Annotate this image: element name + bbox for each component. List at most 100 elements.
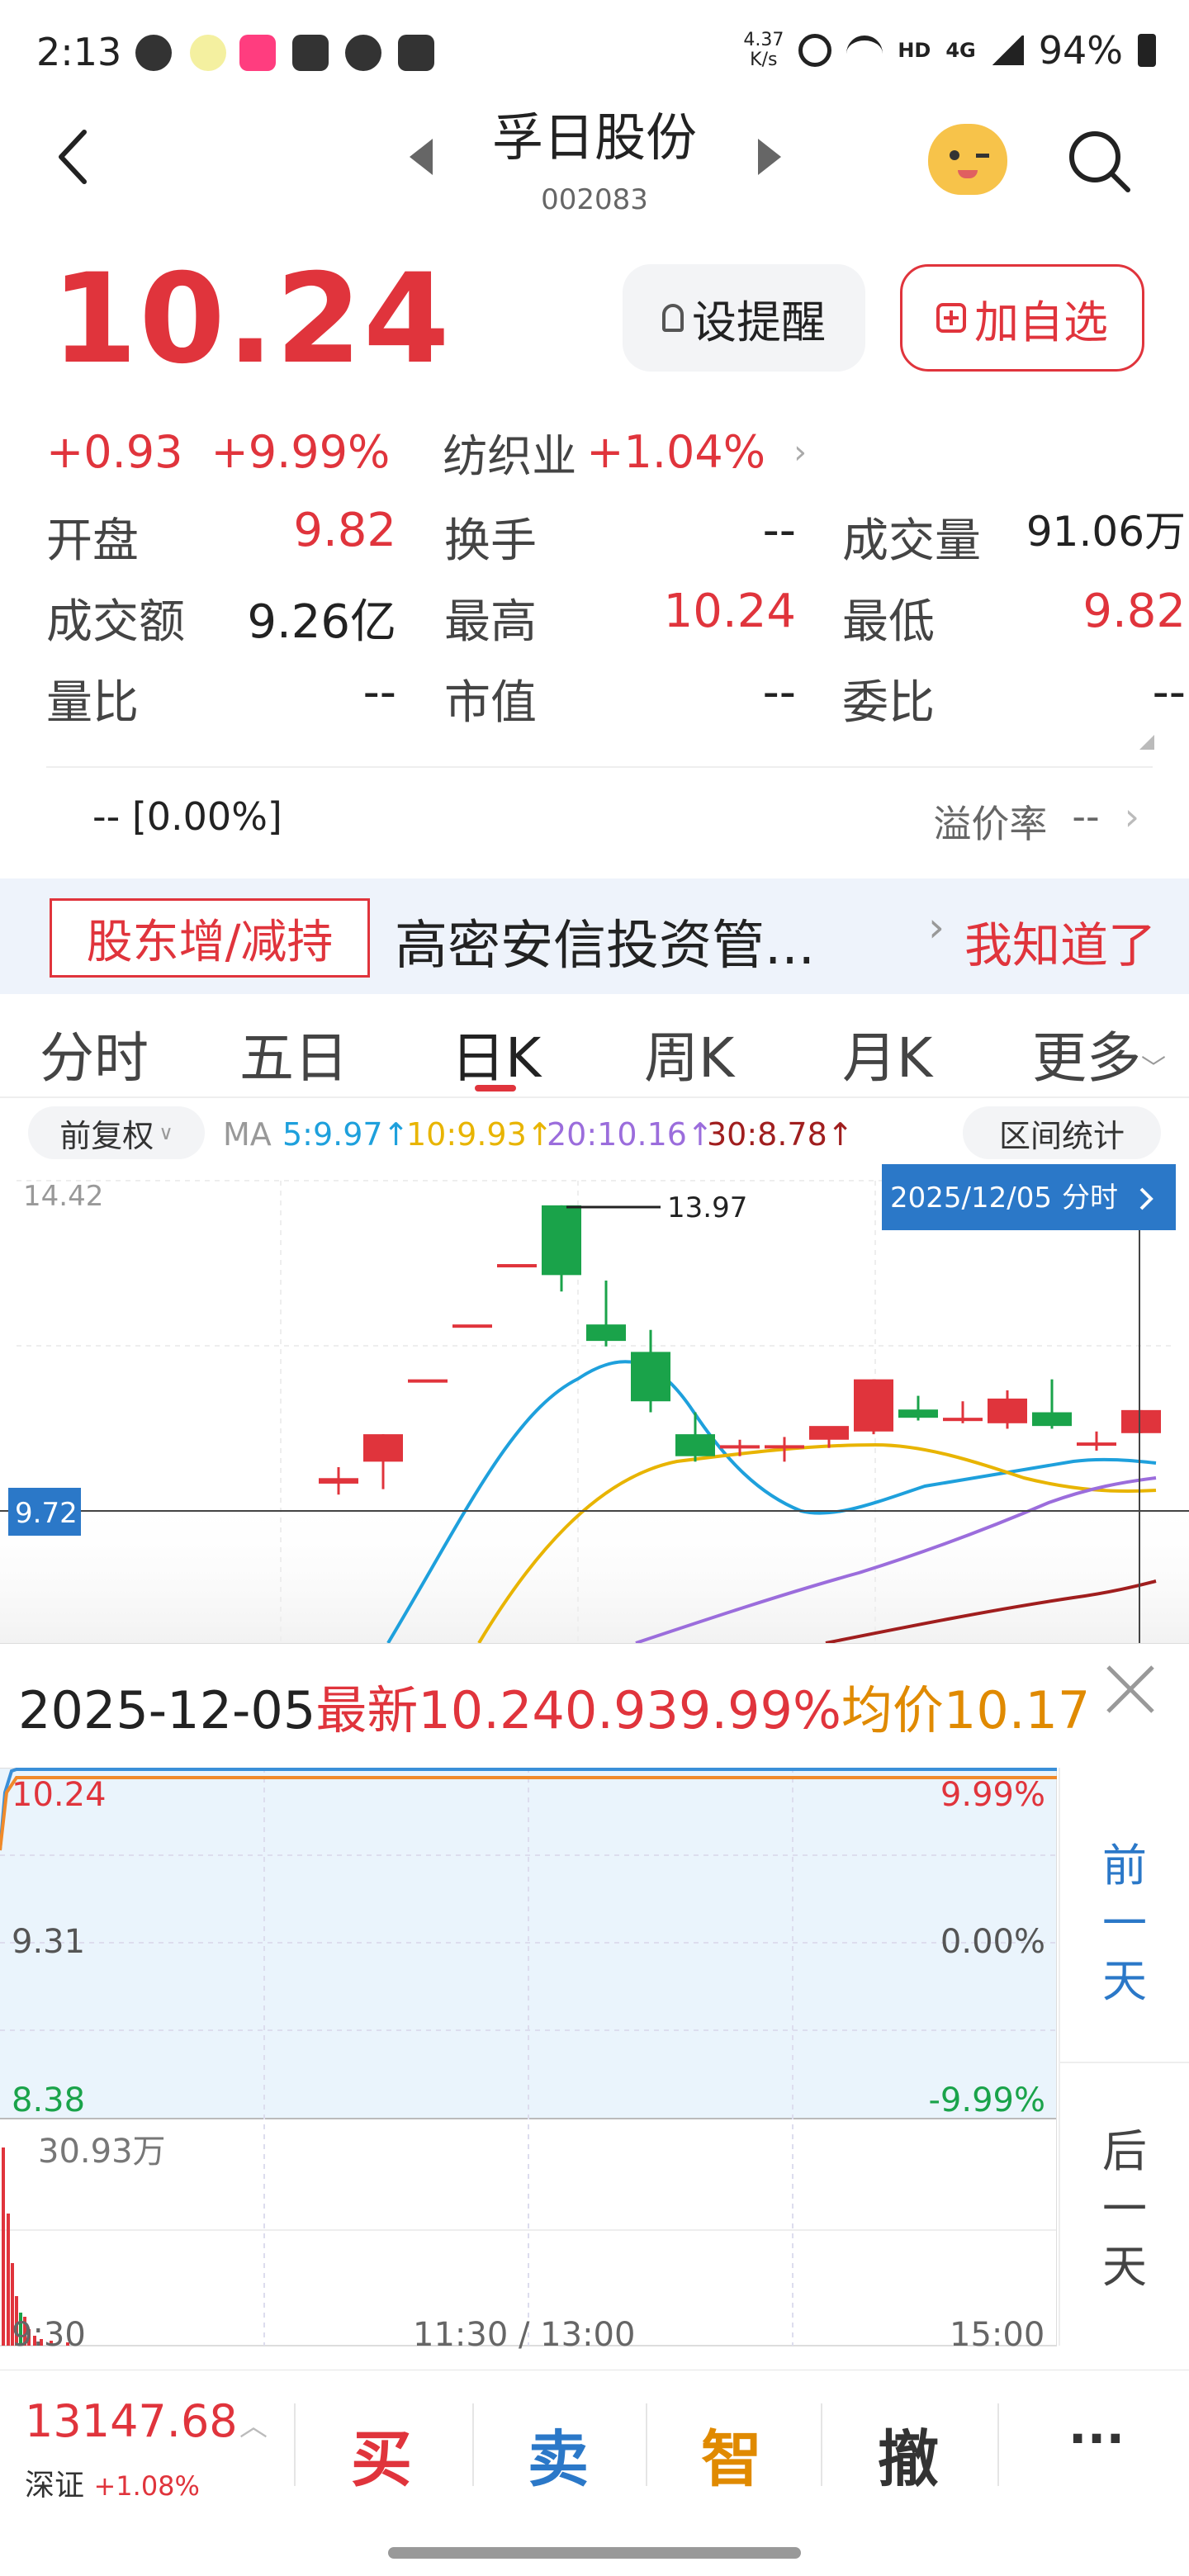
stat-amount: 成交额 [46,585,185,651]
candle-body [631,1352,670,1402]
app-notification-icon [190,35,226,71]
candle-body [408,1379,448,1383]
industry-name[interactable]: 纺织业 [443,419,576,485]
intraday-header: 2025-12-05最新10.240.939.99%均价10.17 [18,1669,1090,1743]
industry-pct[interactable]: +1.04% [586,426,765,478]
next-stock-icon[interactable] [758,139,781,175]
signal-icon [990,36,1024,65]
smart-button[interactable]: 智 [682,2410,781,2498]
notice-text: 高密安信投资管... [395,916,816,977]
net-speed-unit: K/s [750,50,778,70]
search-icon[interactable] [1065,127,1133,195]
chevron-up-icon[interactable]: ︿ [239,2403,268,2444]
stat-volume: 成交量 [842,504,981,571]
set-alert-button[interactable]: 设提醒 [623,264,865,372]
tab-intraday[interactable]: 分时 [40,1014,149,1093]
acknowledge-button[interactable]: 我知道了 [964,907,1156,976]
chevron-right-icon: › [1124,794,1139,839]
close-icon[interactable] [1101,1660,1159,1718]
divider [997,2403,999,2486]
date-tag-link[interactable]: 分时 [1062,1181,1118,1215]
current-price: 10.24 [51,248,452,391]
stat-high-value: 10.24 [663,585,796,638]
next-day-char: 天 [1102,2241,1147,2293]
volume-max-label: 30.93万 [38,2133,166,2171]
hd-label: HD [898,39,931,62]
checkbox-icon [398,35,434,71]
chevron-down-icon: ∨ [159,1121,173,1144]
premium-row[interactable]: 溢价率 -- › [933,794,1139,849]
next-day-button[interactable]: 后 一 天 [1060,2123,1189,2296]
next-day-char: 一 [1102,2183,1147,2235]
sell-button[interactable]: 卖 [509,2410,608,2498]
next-day-char: 后 [1102,2125,1147,2177]
intraday-panel: 2025-12-05最新10.240.939.99%均价10.17 10.24 … [0,1643,1189,2370]
bell-icon [662,304,684,332]
more-button[interactable]: ··· [1047,2410,1146,2468]
kchart-ymax-label: 14.42 [23,1180,103,1213]
stock-name: 孚日股份 [491,107,697,168]
divider [472,2403,474,2486]
intraday-chart[interactable]: 10.24 9.31 8.38 9.99% 0.00% -9.99% 30.93… [0,1768,1057,2354]
candles [319,1205,1161,1495]
ma20-value: 20:10.16↑ [547,1116,713,1153]
gallery-icon [292,35,329,71]
candle-body [854,1379,893,1432]
prev-day-char: 一 [1102,1897,1147,1949]
candle-body [720,1445,760,1449]
divider [0,1096,1189,1098]
mascot-icon[interactable] [928,124,1007,195]
divider [294,2403,296,2486]
stat-bid-ratio-value: -- [1152,665,1186,719]
candle-body [497,1264,537,1268]
tab-daily-k[interactable]: 日K [451,1014,541,1093]
candle-body [765,1445,804,1449]
tab-weekly-k[interactable]: 周K [644,1014,734,1093]
stat-label: 量比 [46,676,139,730]
tab-monthly-k[interactable]: 月K [842,1014,932,1093]
candle-body [1121,1409,1161,1433]
intraday-change-pct: 9.99% [678,1680,841,1740]
ma30-value: 30:8.78↑ [707,1116,854,1153]
ma-legend-row: 前复权 ∨ MA 5:9.97↑ 10:9.93↑ 20:10.16↑ 30:8… [0,1106,1189,1172]
tab-more[interactable]: 更多﹀ [1032,1014,1166,1093]
stat-vol-ratio: 量比 [46,665,139,732]
stat-mkt-cap: 市值 [444,665,537,732]
candle-body [586,1324,626,1342]
bottom-trade-bar: 13147.68 ︿ 深证 +1.08% 买 卖 智 撤 ··· [0,2370,1189,2576]
stat-volume-value: 91.06万 [1026,508,1186,556]
stat-open-value: 9.82 [293,504,396,557]
range-stats-button[interactable]: 区间统计 [963,1106,1161,1159]
time-start: 9:30 [12,2316,86,2354]
home-indicator[interactable] [388,2547,801,2559]
notice-banner[interactable]: 股东增/减持 高密安信投资管... › 我知道了 [0,878,1189,994]
compass-icon [345,35,381,71]
chart-tabs: 分时 五日 日K 周K 月K 更多﹀ [0,999,1189,1098]
prev-day-char: 前 [1102,1840,1147,1892]
intraday-change: 0.93 [564,1680,679,1740]
tab-five-day[interactable]: 五日 [239,1014,348,1093]
stat-turnover-value: -- [762,504,796,557]
message-icon [135,35,172,71]
battery-percent: 94% [1038,28,1123,73]
add-watchlist-button[interactable]: 加自选 [900,264,1144,372]
index-info[interactable]: 深证 +1.08% [25,2461,200,2504]
candle-body [542,1205,581,1276]
prev-day-button[interactable]: 前 一 天 [1060,1837,1189,2010]
stat-bid-ratio: 委比 [842,665,935,732]
side-separator [1060,2062,1189,2063]
chevron-right-icon[interactable]: › [793,433,807,471]
adjust-dropdown[interactable]: 前复权 ∨ [28,1106,205,1159]
stat-label: 委比 [842,676,935,730]
kline-chart[interactable]: 14.42 13.97 9.72 2025/12/05 分时 [0,1164,1189,1643]
buy-button[interactable]: 买 [332,2410,431,2498]
cancel-order-button[interactable]: 撤 [859,2410,958,2498]
stat-label: 成交量 [842,514,981,568]
avg-label: 均价 [841,1680,944,1740]
expand-corner-icon[interactable] [1139,735,1154,750]
price-change: +0.93 [46,426,183,478]
premium-left: -- [0.00%] [92,794,282,839]
index-value[interactable]: 13147.68 [25,2395,238,2447]
stat-vol-ratio-value: -- [362,665,396,719]
add-watchlist-label: 加自选 [974,296,1108,348]
